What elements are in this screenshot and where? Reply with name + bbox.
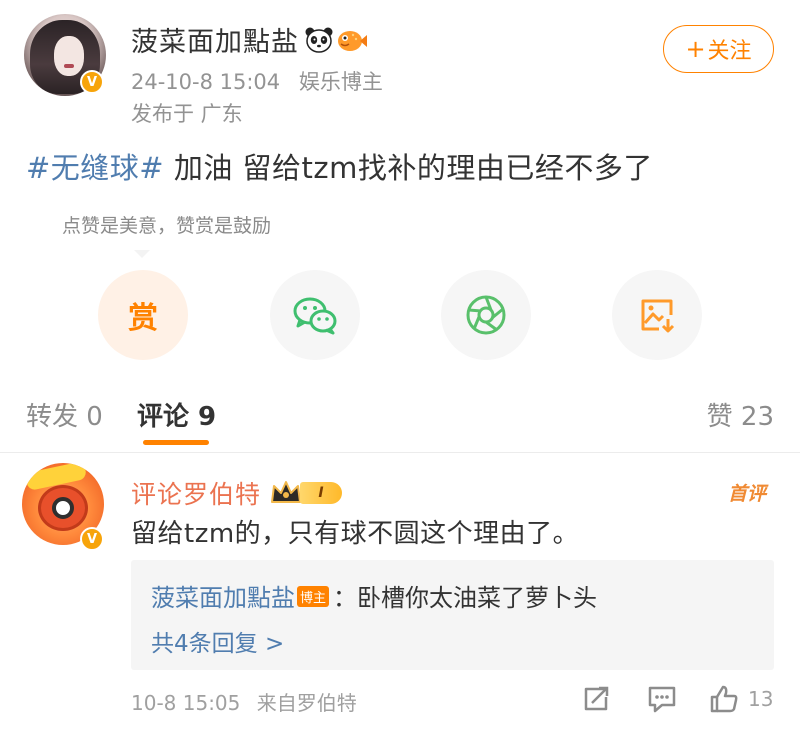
crown-icon <box>271 481 301 503</box>
post-text: #无缝球# 加油 留给tzm找补的理由已经不多了 <box>26 145 653 187</box>
active-tab-indicator <box>143 440 209 445</box>
tab-repost[interactable]: 转发 0 <box>26 396 103 433</box>
share-icon[interactable] <box>580 683 612 715</box>
reply-icon[interactable] <box>646 683 678 715</box>
tab-comments[interactable]: 评论 9 <box>137 396 216 433</box>
post-username[interactable]: 菠菜面加點盐 <box>131 20 299 59</box>
reward-tip: 点赞是美意，赞赏是鼓励 <box>62 215 272 237</box>
tabs-divider <box>0 452 800 453</box>
reward-tip-arrow <box>134 250 150 258</box>
comment-item: V 评论罗伯特 I 首评 留给tzm的，只有球不圆这个理由了。 菠菜面加點盐 博主… <box>0 455 800 734</box>
verified-badge-icon: V <box>80 527 104 551</box>
post-date: 24-10-8 15:04 <box>131 70 281 94</box>
follow-button[interactable]: + 关注 <box>663 25 774 73</box>
moments-share-button[interactable] <box>441 270 531 360</box>
avatar-face <box>54 36 84 76</box>
user-tag: 娱乐博主 <box>298 70 383 94</box>
reward-icon: 赏 <box>128 301 158 336</box>
reward-button[interactable]: 赏 <box>98 270 188 360</box>
post-meta: 24-10-8 15:04 娱乐博主 <box>131 66 395 96</box>
first-comment-badge: 首评 <box>727 483 766 505</box>
wechat-icon <box>293 297 337 335</box>
avatar-lips <box>64 64 74 68</box>
comment-source: 来自罗伯特 <box>256 691 357 715</box>
avatar-robot-eye <box>52 497 74 519</box>
post-location: 发布于 广东 <box>131 102 243 126</box>
pufferfish-emoji-icon <box>338 31 367 51</box>
comment-footer: 10-8 15:05 来自罗伯特 <box>131 687 367 716</box>
like-count: 13 <box>748 687 774 711</box>
wechat-share-button[interactable] <box>270 270 360 360</box>
comment-time: 10-8 15:05 <box>131 691 241 715</box>
plus-icon: + <box>685 35 706 63</box>
verified-badge-icon: V <box>80 70 104 94</box>
reply-text: ：卧槽你太油菜了萝卜头 <box>333 584 598 612</box>
share-row: 赏 <box>0 270 800 362</box>
owner-tag: 博主 <box>297 586 330 607</box>
save-image-icon <box>641 299 675 333</box>
reply-line: 菠菜面加點盐 博主 ：卧槽你太油菜了萝卜头 <box>151 578 597 613</box>
comment-text: 留给tzm的，只有球不圆这个理由了。 <box>131 519 580 549</box>
panda-emoji-icon <box>305 27 333 53</box>
tab-likes[interactable]: 赞 23 <box>707 396 774 433</box>
post-content: 加油 留给tzm找补的理由已经不多了 <box>164 151 653 185</box>
hashtag-link[interactable]: #无缝球# <box>26 151 164 185</box>
reply-author[interactable]: 菠菜面加點盐 <box>151 584 295 612</box>
follow-label: 关注 <box>707 39 752 64</box>
reply-box[interactable]: 菠菜面加點盐 博主 ：卧槽你太油菜了萝卜头 共4条回复 > <box>131 560 774 670</box>
more-replies-link[interactable]: 共4条回复 > <box>151 624 284 658</box>
save-image-button[interactable] <box>612 270 702 360</box>
commenter-name[interactable]: 评论罗伯特 <box>131 475 261 511</box>
comment-actions: 13 <box>580 683 780 719</box>
post-header: V 菠菜面加點盐 24-10-8 15:04 娱乐博主 发布于 广东 + 关注 <box>0 0 800 140</box>
moments-icon <box>466 295 506 335</box>
level-badge: I <box>300 482 342 504</box>
comment-tabs: 转发 0 评论 9 赞 23 <box>0 390 800 450</box>
thumbs-up-icon[interactable] <box>708 683 740 715</box>
